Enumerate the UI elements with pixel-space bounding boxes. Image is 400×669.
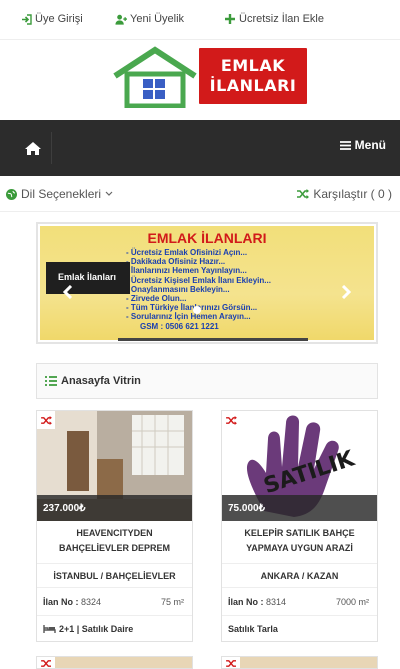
listing-number: İlan No : 8324 — [43, 597, 101, 607]
listing-price: 75.000₺ — [222, 495, 377, 521]
listing-location: İSTANBUL / BAHÇELİEVLER — [37, 563, 192, 588]
listing-type-row: Satılık Tarla — [228, 624, 278, 634]
slide-text-lines: - Ücretsiz Emlak Ofisinizi Açın... - Dak… — [126, 248, 271, 331]
listing-meta: İlan No : 8314 7000 m² — [222, 588, 377, 616]
listing-number-value: 8324 — [81, 597, 102, 607]
listing-title-line: YAPMAYA UYGUN ARAZİ — [246, 543, 353, 553]
logo-line2: İLANLARI — [209, 76, 297, 95]
compare-link[interactable]: Karşılaştır ( 0 ) — [297, 187, 392, 201]
slide-line: - Ücretsiz Kişisel Emlak İlanı Ekleyin..… — [126, 275, 271, 285]
shuffle-icon — [40, 659, 51, 667]
showcase-title: Anasayfa Vitrin — [61, 375, 141, 387]
listing-number-label: İlan No : — [43, 597, 79, 607]
login-link[interactable]: Üye Girişi — [20, 13, 83, 25]
listing-card[interactable] — [36, 656, 193, 669]
compare-toggle[interactable] — [222, 411, 240, 429]
menu-label: Menü — [354, 138, 386, 152]
options-row: Dil Seçenekleri Karşılaştır ( 0 ) — [0, 176, 400, 212]
compare-toggle[interactable] — [222, 657, 240, 668]
menu-button[interactable]: Menü — [339, 138, 386, 152]
listing-area: 7000 m² — [335, 597, 369, 607]
listing-title-line: KELEPİR SATILIK BAHÇE — [244, 528, 355, 538]
listing-meta: İlan No : 8324 75 m² — [37, 588, 192, 616]
listing-area: 75 m² — [160, 597, 184, 607]
chevron-down-icon — [105, 191, 113, 196]
bed-icon — [43, 625, 56, 633]
listing-card[interactable]: 237.000₺ HEAVENCITYDEN BAHÇELİEVLER DEPR… — [36, 410, 193, 642]
slide-line: - Sorularınız İçin Hemen Arayın... — [126, 312, 251, 322]
listing-location: ANKARA / KAZAN — [222, 563, 377, 588]
chevron-right-icon — [341, 284, 352, 300]
slide-line: GSM : 0506 621 1221 — [140, 321, 219, 331]
listing-number-value: 8314 — [266, 597, 287, 607]
user-plus-icon — [115, 13, 127, 25]
showcase-header: Anasayfa Vitrin — [36, 363, 378, 399]
listing-card[interactable] — [221, 656, 378, 669]
listing-type: 2+1 | Satılık Daire — [59, 624, 134, 634]
login-label: Üye Girişi — [35, 13, 83, 25]
house-icon — [113, 46, 197, 108]
shuffle-icon — [40, 415, 52, 425]
logo-text-box: EMLAK İLANLARI — [199, 48, 307, 104]
slide-line: - Dakikada Ofisiniz Hazır... — [126, 257, 226, 267]
slide-caption: Emlak İlanları — [46, 262, 130, 294]
shuffle-icon — [297, 189, 310, 199]
language-label: Dil Seçenekleri — [21, 187, 102, 201]
listing-title-line: BAHÇELİEVLER DEPREM — [58, 543, 170, 553]
listing-type-row: 2+1 | Satılık Daire — [43, 624, 133, 634]
shuffle-icon — [225, 659, 236, 667]
home-button[interactable] — [14, 132, 52, 164]
listing-image[interactable]: SATILIK 75.000₺ — [222, 411, 377, 521]
listing-type: Satılık Tarla — [228, 624, 278, 634]
listing-card[interactable]: SATILIK 75.000₺ KELEPİR SATILIK BAHÇE YA… — [221, 410, 378, 642]
listing-number: İlan No : 8314 — [228, 597, 286, 607]
shuffle-icon — [225, 415, 237, 425]
chevron-left-icon — [62, 284, 73, 300]
slider-prev-button[interactable] — [60, 284, 76, 302]
top-bar: Üye Girişi Yeni Üyelik Ücretsiz İlan Ekl… — [0, 0, 400, 40]
login-icon — [20, 13, 32, 25]
listing-number-label: İlan No : — [228, 597, 264, 607]
hamburger-icon — [339, 140, 351, 150]
register-label: Yeni Üyelik — [130, 13, 185, 25]
slide-line: - Ücretsiz Emlak Ofisinizi Açın... — [126, 248, 248, 257]
home-icon — [24, 141, 41, 155]
compare-toggle[interactable] — [37, 657, 55, 668]
slide-line: - İlanlarınızı Hemen Yayınlayın... — [126, 266, 247, 276]
slide-line: - Zirvede Olun... — [126, 294, 187, 304]
slide-title: EMLAK İLANLARI — [147, 230, 267, 246]
listing-title[interactable]: HEAVENCITYDEN BAHÇELİEVLER DEPREM — [37, 526, 192, 556]
main-navbar: Menü — [0, 120, 400, 176]
compare-toggle[interactable] — [37, 411, 55, 429]
plus-icon — [224, 13, 236, 25]
slide-banner[interactable]: EMLAK İLANLARI - Ücretsiz Emlak Ofisiniz… — [40, 226, 374, 340]
add-listing-label: Ücretsiz İlan Ekle — [239, 13, 324, 25]
promo-slider: EMLAK İLANLARI - Ücretsiz Emlak Ofisiniz… — [36, 222, 378, 344]
register-link[interactable]: Yeni Üyelik — [115, 13, 184, 25]
listing-title[interactable]: KELEPİR SATILIK BAHÇE YAPMAYA UYGUN ARAZ… — [222, 526, 377, 556]
showcase-title-wrap: Anasayfa Vitrin — [45, 375, 141, 387]
logo-line1: EMLAK — [220, 56, 286, 75]
slide-line: - Onaylanmasını Bekleyin... — [126, 284, 230, 294]
slider-next-button[interactable] — [338, 284, 354, 302]
compare-label: Karşılaştır ( 0 ) — [313, 187, 392, 201]
slider-progress-bar — [118, 338, 308, 341]
listing-title-line: HEAVENCITYDEN — [76, 528, 153, 538]
language-dropdown[interactable]: Dil Seçenekleri — [6, 187, 113, 201]
listing-price: 237.000₺ — [37, 495, 192, 521]
add-listing-link[interactable]: Ücretsiz İlan Ekle — [224, 13, 324, 25]
site-logo[interactable]: EMLAK İLANLARI — [111, 46, 307, 108]
list-icon — [45, 376, 57, 386]
slider-dot[interactable] — [193, 306, 201, 314]
listing-image[interactable]: 237.000₺ — [37, 411, 192, 521]
globe-icon — [6, 188, 17, 200]
